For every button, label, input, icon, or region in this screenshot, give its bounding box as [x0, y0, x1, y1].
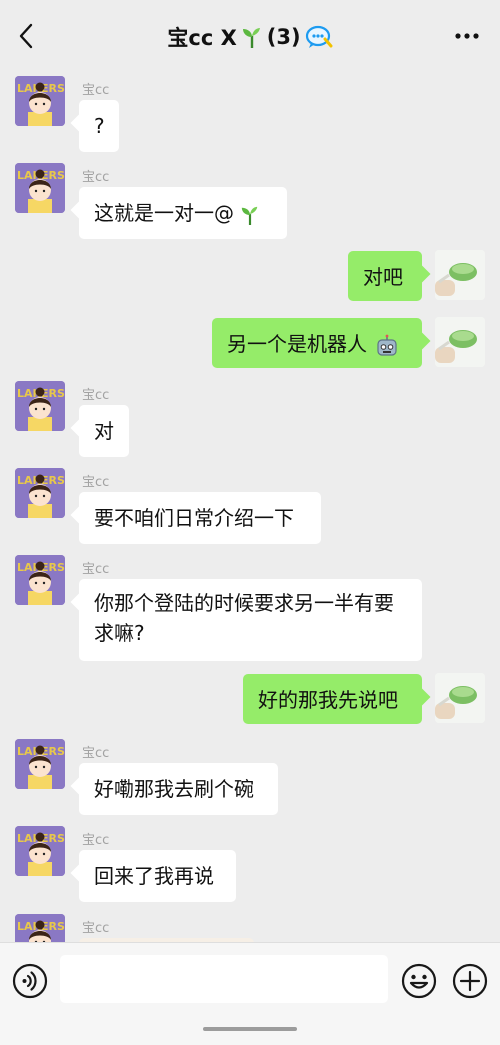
message-bubble[interactable]: 你那个登陆的时候要求另一半有要 求嘛? — [79, 579, 422, 661]
cartoon-girl-avatar-icon: LAKERS — [15, 914, 65, 942]
sender-name: 宝cc — [82, 833, 110, 848]
sender-name: 宝cc — [82, 562, 110, 577]
avatar[interactable]: LAKERS — [15, 468, 65, 518]
message-text: 好的那我先说吧 — [258, 688, 398, 712]
message-bubble[interactable]: 另一个是机器人 — [212, 318, 422, 368]
message-bubble[interactable]: ? — [79, 100, 119, 152]
sprout-icon — [242, 28, 260, 48]
avatar[interactable]: LAKERS — [15, 739, 65, 789]
sender-name: 宝cc — [82, 921, 110, 936]
chat-header: 宝cc X (3) — [0, 0, 500, 72]
cartoon-girl-avatar-icon: LAKERS — [15, 739, 65, 789]
message-bubble[interactable]: 对吧 — [348, 251, 422, 301]
more-features-button[interactable] — [452, 963, 488, 999]
sprout-icon — [242, 206, 258, 225]
matcha-cup-avatar-icon — [435, 250, 485, 300]
avatar[interactable]: LAKERS — [15, 826, 65, 876]
input-bar — [0, 942, 500, 1045]
message-text: 求嘛? — [94, 621, 145, 645]
message-bubble[interactable]: 这就是一对一@ — [79, 187, 287, 239]
avatar[interactable]: LAKERS — [15, 914, 65, 942]
cartoon-girl-avatar-icon: LAKERS — [15, 826, 65, 876]
cartoon-girl-avatar-icon: LAKERS — [15, 555, 65, 605]
message-text: 对 — [94, 419, 114, 443]
voice-button[interactable] — [12, 963, 48, 999]
message-text: 对吧 — [363, 265, 403, 289]
sender-name: 宝cc — [82, 746, 110, 761]
robot-emoji-icon — [377, 334, 397, 356]
matcha-cup-avatar-icon — [435, 673, 485, 723]
title-prefix: 宝cc X — [167, 26, 237, 50]
emoji-icon — [401, 963, 437, 999]
message-bubble[interactable]: 对 — [79, 405, 129, 457]
more-button[interactable] — [452, 24, 482, 48]
cartoon-girl-avatar-icon: LAKERS — [15, 468, 65, 518]
cartoon-girl-avatar-icon: LAKERS — [15, 163, 65, 213]
sender-name: 宝cc — [82, 388, 110, 403]
chatbot-icon — [305, 25, 333, 48]
member-count: (3) — [266, 25, 301, 49]
message-text: 另一个是机器人 — [227, 332, 367, 356]
message-text: 回来了我再说 — [94, 864, 214, 888]
message-bubble[interactable]: 回来了我再说 — [79, 850, 236, 902]
avatar[interactable]: LAKERS — [15, 555, 65, 605]
cartoon-girl-avatar-icon: LAKERS — [15, 76, 65, 126]
sender-name: 宝cc — [82, 83, 110, 98]
avatar[interactable]: LAKERS — [15, 76, 65, 126]
matcha-cup-avatar-icon — [435, 317, 485, 367]
cartoon-girl-avatar-icon: LAKERS — [15, 381, 65, 431]
message-bubble[interactable]: 要不咱们日常介绍一下 — [79, 492, 321, 544]
message-text: 这就是一对一@ — [94, 201, 234, 225]
sender-name: 宝cc — [82, 170, 110, 185]
emoji-button[interactable] — [401, 963, 437, 999]
plus-icon — [452, 963, 488, 999]
avatar[interactable]: LAKERS — [15, 381, 65, 431]
more-dots-icon — [455, 33, 479, 39]
voice-icon — [12, 963, 48, 999]
self-avatar[interactable] — [435, 673, 485, 723]
message-input[interactable] — [60, 955, 388, 1003]
chat-title: 宝cc X (3) — [0, 22, 500, 52]
home-indicator[interactable] — [203, 1027, 297, 1031]
message-text: 你那个登陆的时候要求另一半有要 — [94, 591, 394, 615]
message-bubble[interactable]: 好嘞那我去刷个碗 — [79, 763, 278, 815]
avatar[interactable]: LAKERS — [15, 163, 65, 213]
message-bubble[interactable]: 好的那我先说吧 — [243, 674, 422, 724]
message-list[interactable]: LAKERS 宝cc ? LAKERS — [0, 72, 500, 942]
message-text: 好嘞那我去刷个碗 — [94, 777, 254, 801]
message-text: ? — [94, 114, 105, 138]
self-avatar[interactable] — [435, 317, 485, 367]
message-text: 要不咱们日常介绍一下 — [94, 506, 294, 530]
sender-name: 宝cc — [82, 475, 110, 490]
self-avatar[interactable] — [435, 250, 485, 300]
